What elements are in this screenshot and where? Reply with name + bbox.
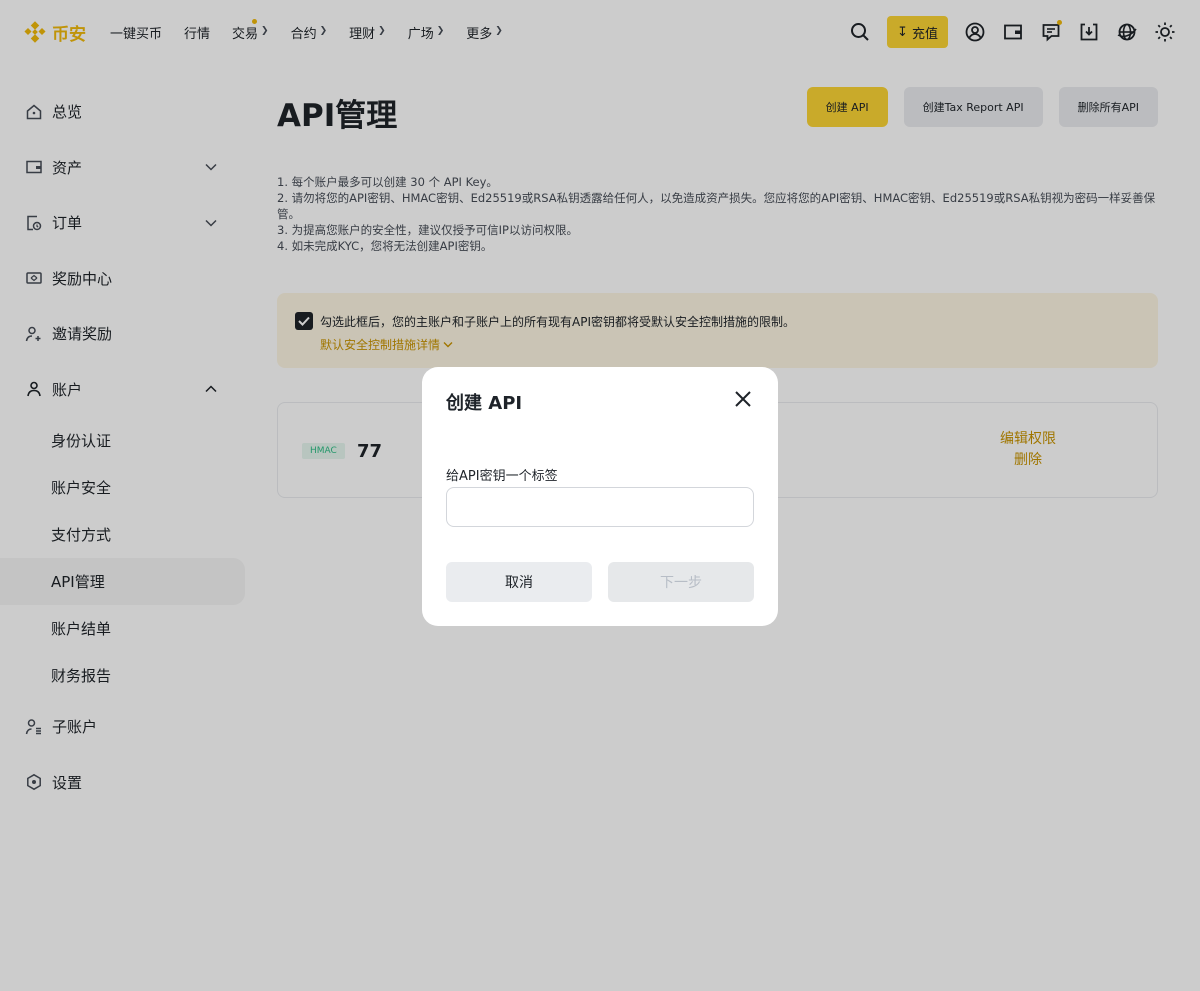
create-api-modal: 创建 API 给API密钥一个标签 取消 下一步 bbox=[422, 367, 778, 626]
cancel-button[interactable]: 取消 bbox=[446, 562, 592, 602]
modal-title: 创建 API bbox=[446, 393, 523, 414]
api-label-caption: 给API密钥一个标签 bbox=[446, 469, 558, 484]
next-step-button[interactable]: 下一步 bbox=[608, 562, 754, 602]
close-icon[interactable] bbox=[732, 388, 754, 410]
api-label-input[interactable] bbox=[446, 487, 754, 527]
